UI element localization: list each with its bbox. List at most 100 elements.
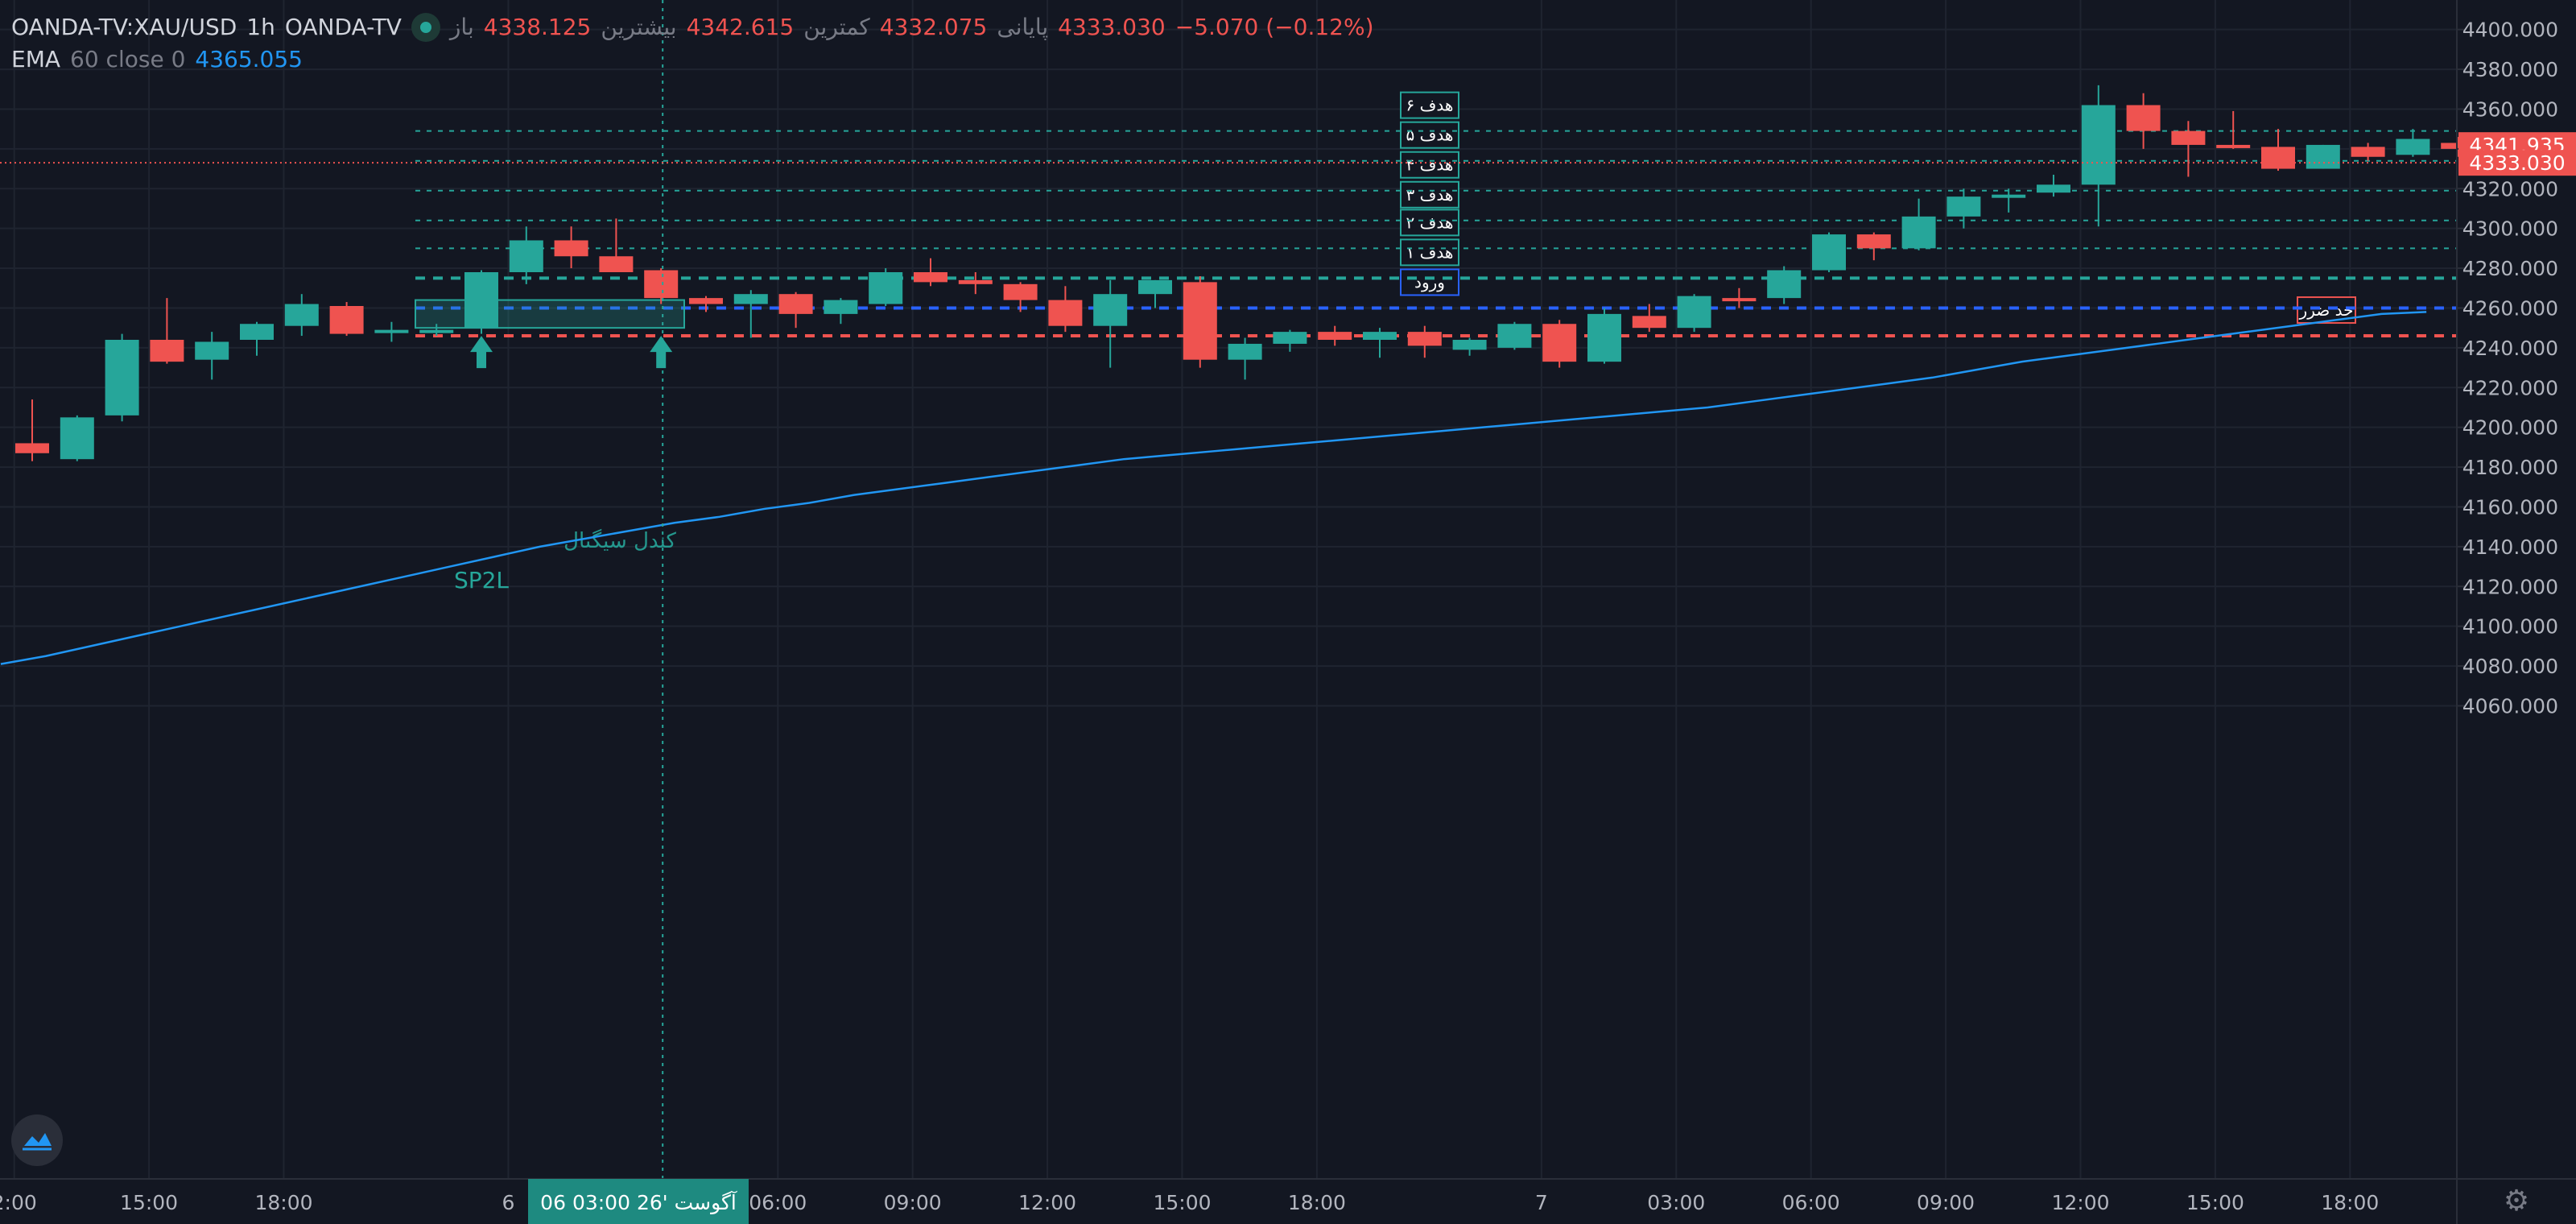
candle-body — [824, 300, 858, 314]
open-label: باز — [449, 14, 474, 40]
y-tick-label: 4120.000 — [2462, 575, 2558, 598]
candle-body — [689, 298, 723, 304]
low-label: کمترین — [803, 14, 870, 40]
level-label: هدف ۶ — [1406, 96, 1454, 115]
y-tick-label: 4060.000 — [2462, 694, 2558, 717]
y-tick-label: 4200.000 — [2462, 416, 2558, 440]
settings-gear-icon[interactable]: ⚙ — [2500, 1185, 2533, 1218]
candle-body — [2126, 105, 2161, 131]
x-tick-label: 15:00 — [2186, 1191, 2244, 1214]
candle-body — [1767, 270, 1802, 299]
ema-name: EMA — [11, 46, 61, 72]
x-tick-label: 09:00 — [884, 1191, 942, 1214]
candle-body — [509, 240, 543, 273]
x-tick-label: 06:00 — [1782, 1191, 1840, 1214]
y-tick-label: 4400.000 — [2462, 19, 2558, 42]
candle-body — [914, 272, 947, 283]
ema-series-line — [0, 311, 2427, 665]
signal-candle-box — [415, 299, 685, 329]
open-value: 4338.125 — [483, 14, 592, 40]
x-tick-label: 12:00 — [2051, 1191, 2109, 1214]
level-label: هدف ۵ — [1406, 126, 1454, 145]
x-tick-label: 09:00 — [1917, 1191, 1975, 1214]
candle-body — [1228, 343, 1262, 360]
level-label: حد ضرر — [2299, 300, 2354, 320]
candle-body — [599, 256, 634, 273]
candle-body — [1452, 339, 1487, 350]
y-tick-label: 4220.000 — [2462, 376, 2558, 399]
candle-body — [464, 272, 498, 329]
x-tick-label: 03:00 — [1647, 1191, 1705, 1214]
y-tick-label: 4300.000 — [2462, 217, 2558, 241]
candle-body — [374, 329, 409, 333]
candle-body — [1901, 216, 1936, 249]
candle-body — [778, 294, 813, 314]
interval[interactable]: 1h — [246, 11, 275, 43]
candle-body — [2037, 184, 2070, 193]
high-label: بیشترین — [601, 14, 677, 40]
level-label: هدف ۳ — [1406, 185, 1454, 205]
candle-body — [733, 294, 768, 304]
price-chart[interactable]: حد ضرر ورود هدف ۱ هدف ۲ هدف ۳ هدف ۴ هدف ۵ هدف ۶… — [0, 0, 2576, 1224]
candle-body — [1183, 282, 1217, 360]
candle-body — [2351, 147, 2385, 157]
x-tick-label: 18:00 — [1288, 1191, 1346, 1214]
y-tick-label: 4180.000 — [2462, 456, 2558, 479]
ema-value: 4365.055 — [195, 46, 303, 72]
y-tick-label: 4140.000 — [2462, 536, 2558, 559]
chart-legend: OANDA-TV:XAU/USD 1h OANDA-TV باز 4338.12… — [11, 11, 1374, 76]
x-tick-label: 06:00 — [749, 1191, 807, 1214]
market-status-icon[interactable] — [411, 13, 440, 42]
signal-arrow-icon — [470, 336, 493, 369]
x-tick-label: 15:00 — [1153, 1191, 1211, 1214]
candle-body — [1677, 296, 1711, 329]
close-value: 4333.030 — [1058, 14, 1166, 40]
candle-body — [1992, 194, 2026, 198]
price-tag-label: 4333.030 — [2469, 151, 2565, 175]
y-tick-label: 4320.000 — [2462, 177, 2558, 201]
x-tick-label: 12:00 — [1018, 1191, 1076, 1214]
level-label: هدف ۱ — [1406, 242, 1454, 262]
candle-body — [284, 304, 319, 326]
candle-body — [60, 417, 94, 460]
level-label: هدف ۴ — [1406, 155, 1454, 175]
candle-body — [2216, 144, 2251, 148]
y-tick-label: 4080.000 — [2462, 655, 2558, 678]
candle-body — [1363, 332, 1397, 340]
x-tick-label: 2:00 — [0, 1191, 37, 1214]
signal-arrow-icon — [650, 336, 673, 369]
x-tick-label: 18:00 — [2321, 1191, 2379, 1214]
data-source: OANDA-TV — [284, 14, 402, 40]
candle-body — [1542, 324, 1577, 362]
tradingview-logo-icon[interactable] — [11, 1114, 63, 1166]
candle-body — [1856, 234, 1891, 249]
candle-body — [1946, 196, 1981, 217]
candle-body — [1318, 332, 1352, 340]
candle-body — [1093, 294, 1128, 326]
candle-body — [1722, 298, 1757, 302]
y-tick-label: 4100.000 — [2462, 615, 2558, 639]
change-value: −5.070 (−0.12%) — [1174, 14, 1374, 40]
candle-body — [1587, 313, 1621, 362]
symbol-name[interactable]: OANDA-TV:XAU/USD — [11, 11, 237, 43]
y-tick-label: 4360.000 — [2462, 97, 2558, 121]
close-label: پایانی — [997, 14, 1049, 40]
candle-body — [2261, 147, 2295, 169]
y-tick-label: 4260.000 — [2462, 296, 2558, 320]
candle-body — [958, 279, 993, 284]
x-tick-label: 15:00 — [120, 1191, 178, 1214]
candle-body — [1497, 324, 1532, 348]
ema-line — [0, 311, 2427, 665]
y-tick-label: 4240.000 — [2462, 337, 2558, 360]
candle-body — [2306, 144, 2340, 169]
candle-body — [1632, 316, 1666, 329]
time-axis: 2:00 15:00 18:00 6 06:00 09:00 12:00 15:00 18:00… — [0, 1178, 2576, 1224]
candle-body — [2396, 139, 2430, 155]
y-tick-label: 4280.000 — [2462, 257, 2558, 280]
candle-body — [1138, 279, 1172, 295]
candle-body — [1812, 234, 1846, 271]
x-tick-label: 6 — [502, 1191, 515, 1214]
level-label: هدف ۲ — [1406, 213, 1454, 232]
signal-label: SP2L — [454, 567, 509, 593]
ema-row[interactable]: EMA 60 close 0 4365.055 — [11, 43, 1374, 76]
